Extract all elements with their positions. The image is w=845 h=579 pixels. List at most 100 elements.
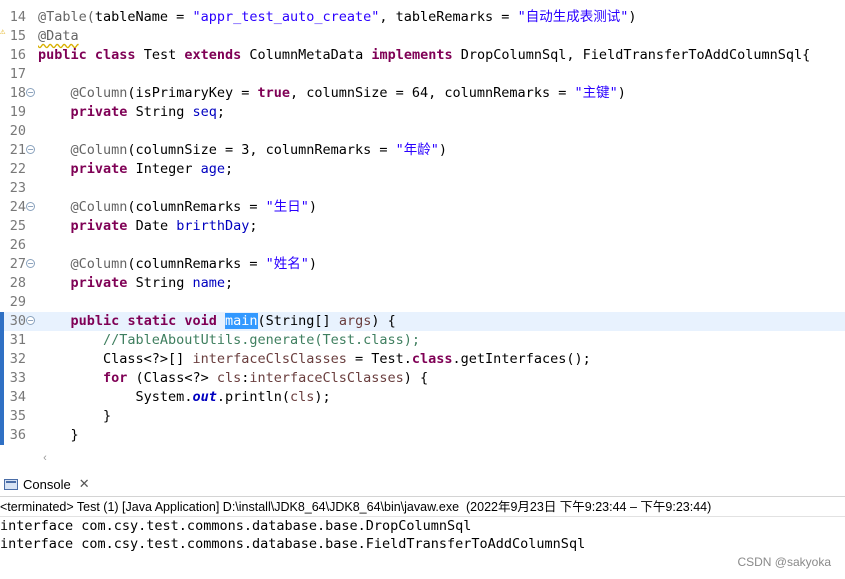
line-number: 29 (9, 294, 26, 310)
code-line-27[interactable]: 27− @Column(columnRemarks = "姓名") (0, 255, 845, 274)
code-text: String (135, 104, 185, 120)
keyword: public (38, 47, 87, 63)
code-text: Class<?>[] (103, 351, 193, 367)
code-line-14[interactable]: 14 @Table(tableName = "appr_test_auto_cr… (0, 8, 845, 27)
fold-toggle-icon[interactable]: − (26, 145, 35, 154)
code-line-31[interactable]: 31 //TableAboutUtils.generate(Test.class… (0, 331, 845, 350)
local-variable: cls (216, 370, 242, 386)
annotation: @Column (70, 256, 128, 272)
fold-toggle-icon[interactable]: − (26, 259, 35, 268)
line-number: 15 (9, 28, 26, 44)
keyword: class (411, 351, 453, 367)
string-literal: "自动生成表测试" (517, 9, 629, 25)
warning-icon[interactable]: ⚠ (0, 28, 9, 37)
field-name: age (200, 161, 225, 177)
keyword: class (94, 47, 136, 63)
code-line-20[interactable]: 20 (0, 122, 845, 141)
code-text: Date (135, 218, 169, 234)
field-name: name (192, 275, 225, 291)
code-text: (String[] (257, 313, 339, 329)
keyword: private (70, 275, 128, 291)
scroll-left-arrow-icon[interactable]: ‹ (38, 450, 52, 466)
fold-toggle-icon[interactable]: − (26, 316, 35, 325)
close-icon[interactable]: ✕ (79, 476, 90, 492)
annotation: @Table( (38, 9, 95, 25)
code-line-21[interactable]: 21− @Column(columnSize = 3, columnRemark… (0, 141, 845, 160)
code-editor[interactable]: 14 @Table(tableName = "appr_test_auto_cr… (0, 0, 845, 448)
code-line-23[interactable]: 23 (0, 179, 845, 198)
code-text: } (103, 408, 112, 424)
change-marker (0, 331, 4, 350)
line-number: 26 (9, 237, 26, 253)
code-line-29[interactable]: 29 (0, 293, 845, 312)
code-line-36[interactable]: 36 } (0, 426, 845, 445)
code-line-26[interactable]: 26 (0, 236, 845, 255)
keyword: for (103, 370, 128, 386)
code-text: String (135, 275, 185, 291)
code-text: ) (617, 85, 626, 101)
change-marker (0, 312, 4, 331)
keyword: private (70, 161, 128, 177)
fold-toggle-icon[interactable]: − (26, 202, 35, 211)
annotation: @Column (70, 142, 128, 158)
keyword: static (127, 313, 177, 329)
change-marker (0, 369, 4, 388)
field-name: brirthDay (176, 218, 250, 234)
change-marker (0, 426, 4, 445)
code-line-19[interactable]: 19 private String seq; (0, 103, 845, 122)
local-variable: interfaceClsClasses (249, 370, 404, 386)
line-number: 21 (9, 142, 26, 158)
code-line-32[interactable]: 32 Class<?>[] interfaceClsClasses = Test… (0, 350, 845, 369)
keyword: private (70, 104, 128, 120)
parameter: args (338, 313, 372, 329)
code-line-30[interactable]: 30− public static void main(String[] arg… (0, 312, 845, 331)
code-text: ) (308, 199, 317, 215)
code-text: , tableRemarks = (379, 9, 518, 25)
comment: //TableAboutUtils.generate(Test.class); (103, 332, 421, 348)
line-number: 36 (9, 427, 26, 443)
code-text: (columnRemarks = (127, 199, 266, 215)
code-text: ) (438, 142, 448, 158)
code-line-34[interactable]: 34 System.out.println(cls); (0, 388, 845, 407)
line-number: 32 (9, 351, 26, 367)
code-line-25[interactable]: 25 private Date brirthDay; (0, 217, 845, 236)
selected-text[interactable]: main (225, 313, 258, 329)
code-line-33[interactable]: 33 for (Class<?> cls:interfaceClsClasses… (0, 369, 845, 388)
code-text: , columnSize = 64, columnRemarks = (289, 85, 575, 101)
annotation: @Column (70, 199, 128, 215)
change-marker (0, 388, 4, 407)
line-number: 14 (9, 9, 26, 25)
code-line-28[interactable]: 28 private String name; (0, 274, 845, 293)
code-line-17[interactable]: 17 (0, 65, 845, 84)
code-line-16[interactable]: 16 public class Test extends ColumnMetaD… (0, 46, 845, 65)
code-text: tableName = (94, 9, 193, 25)
code-text: ) { (371, 313, 396, 329)
string-literal: "姓名" (265, 256, 309, 272)
keyword: true (257, 85, 290, 101)
console-output-line: interface com.csy.test.commons.database.… (0, 518, 472, 534)
code-line-15[interactable]: ⚠ 15 @Data (0, 27, 845, 46)
line-number: 19 (9, 104, 26, 120)
line-number: 27 (9, 256, 26, 272)
annotation: @Column (70, 85, 128, 101)
code-text: ) (308, 256, 317, 272)
code-line-35[interactable]: 35 } (0, 407, 845, 426)
console-output-line: interface com.csy.test.commons.database.… (0, 536, 586, 552)
line-number: 31 (9, 332, 26, 348)
code-text: DropColumnSql, FieldTransferToAddColumnS… (460, 47, 811, 63)
field-name: seq (192, 104, 217, 120)
code-line-24[interactable]: 24− @Column(columnRemarks = "生日") (0, 198, 845, 217)
console-tab-bar: Console ✕ (0, 472, 845, 497)
tab-console[interactable]: Console ✕ (0, 472, 96, 496)
fold-toggle-icon[interactable]: − (26, 88, 35, 97)
code-line-18[interactable]: 18− @Column(isPrimaryKey = true, columnS… (0, 84, 845, 103)
code-text: ; (225, 275, 234, 291)
tab-console-label: Console (23, 476, 71, 492)
code-line-22[interactable]: 22 private Integer age; (0, 160, 845, 179)
code-text: (columnRemarks = (127, 256, 266, 272)
keyword: extends (184, 47, 242, 63)
line-number: 28 (9, 275, 26, 291)
change-marker (0, 407, 4, 426)
horizontal-scrollbar[interactable]: ‹ (0, 450, 845, 466)
line-number: 16 (9, 47, 26, 63)
